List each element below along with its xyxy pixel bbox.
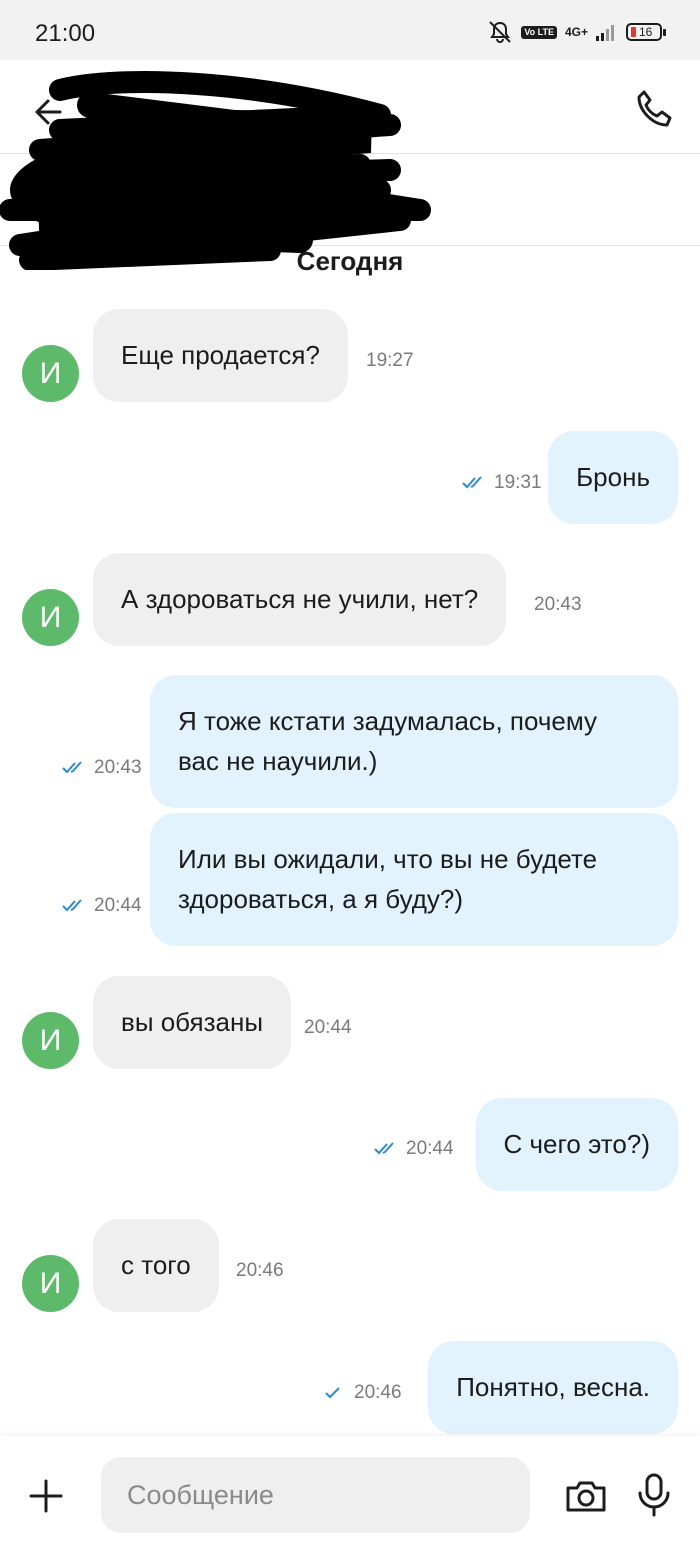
message-time: 20:46: [236, 1260, 284, 1282]
message-time-text: 19:31: [494, 472, 542, 493]
battery-level: 16: [639, 25, 653, 39]
message-time-text: 20:46: [236, 1260, 284, 1281]
volte-badge: Vo LTE: [521, 25, 557, 39]
message-time-text: 20:46: [354, 1382, 402, 1403]
message-time-text: 20:44: [304, 1017, 352, 1038]
incoming-message[interactable]: вы обязаны: [93, 976, 292, 1069]
message-time: 20:43: [534, 594, 582, 616]
status-icons: Vo LTE 4G+ 16: [487, 20, 666, 44]
message-meta: 20:44: [374, 1138, 454, 1160]
message-meta: 20:44: [62, 895, 142, 917]
call-button[interactable]: [630, 86, 678, 134]
message-time-text: 20:44: [406, 1138, 454, 1159]
signal-icon: [596, 25, 614, 41]
outgoing-message[interactable]: Или вы ожидали, что вы не будете здорова…: [150, 813, 678, 946]
attach-plus-button[interactable]: [28, 1478, 64, 1514]
single-check-icon: [325, 1387, 340, 1399]
message-time-text: 20:43: [534, 594, 582, 615]
avatar[interactable]: И: [22, 1012, 79, 1069]
status-time: 21:00: [35, 20, 96, 47]
redaction-scribble: [0, 71, 431, 270]
outgoing-message[interactable]: Я тоже кстати задумалась, почему вас не …: [150, 675, 678, 808]
double-check-icon: [62, 761, 82, 774]
message-input[interactable]: [101, 1457, 530, 1533]
battery-icon: 16: [626, 23, 666, 41]
chat-header: [0, 60, 700, 270]
avatar[interactable]: И: [22, 345, 79, 402]
outgoing-message[interactable]: Бронь: [548, 431, 678, 524]
mute-notifications-icon: [489, 21, 512, 43]
avatar[interactable]: И: [22, 1255, 79, 1312]
message-meta: 20:43: [62, 757, 142, 779]
avatar[interactable]: И: [22, 589, 79, 646]
incoming-message[interactable]: Еще продается?: [93, 309, 348, 402]
incoming-message[interactable]: А здороваться не учили, нет?: [93, 553, 507, 646]
double-check-icon: [62, 899, 82, 912]
message-time-text: 19:27: [366, 350, 414, 371]
outgoing-message[interactable]: С чего это?): [475, 1098, 678, 1191]
message-time-text: 20:43: [94, 757, 142, 778]
microphone-button[interactable]: [634, 1472, 674, 1518]
message-time-text: 20:44: [94, 895, 142, 916]
message-meta: 19:31: [462, 472, 542, 494]
message-composer: [0, 1436, 700, 1556]
message-time: 19:27: [366, 350, 414, 372]
incoming-message[interactable]: с того: [93, 1219, 219, 1312]
double-check-icon: [462, 476, 482, 489]
message-time: 20:44: [304, 1017, 352, 1039]
status-bar: 21:00 Vo LTE 4G+ 16: [0, 0, 700, 60]
camera-button[interactable]: [564, 1474, 608, 1518]
double-check-icon: [374, 1142, 394, 1155]
date-separator: Сегодня: [296, 246, 404, 276]
outgoing-message[interactable]: Понятно, весна.: [428, 1341, 678, 1434]
network-type: 4G+: [564, 25, 588, 39]
message-meta: 20:46: [324, 1382, 402, 1404]
